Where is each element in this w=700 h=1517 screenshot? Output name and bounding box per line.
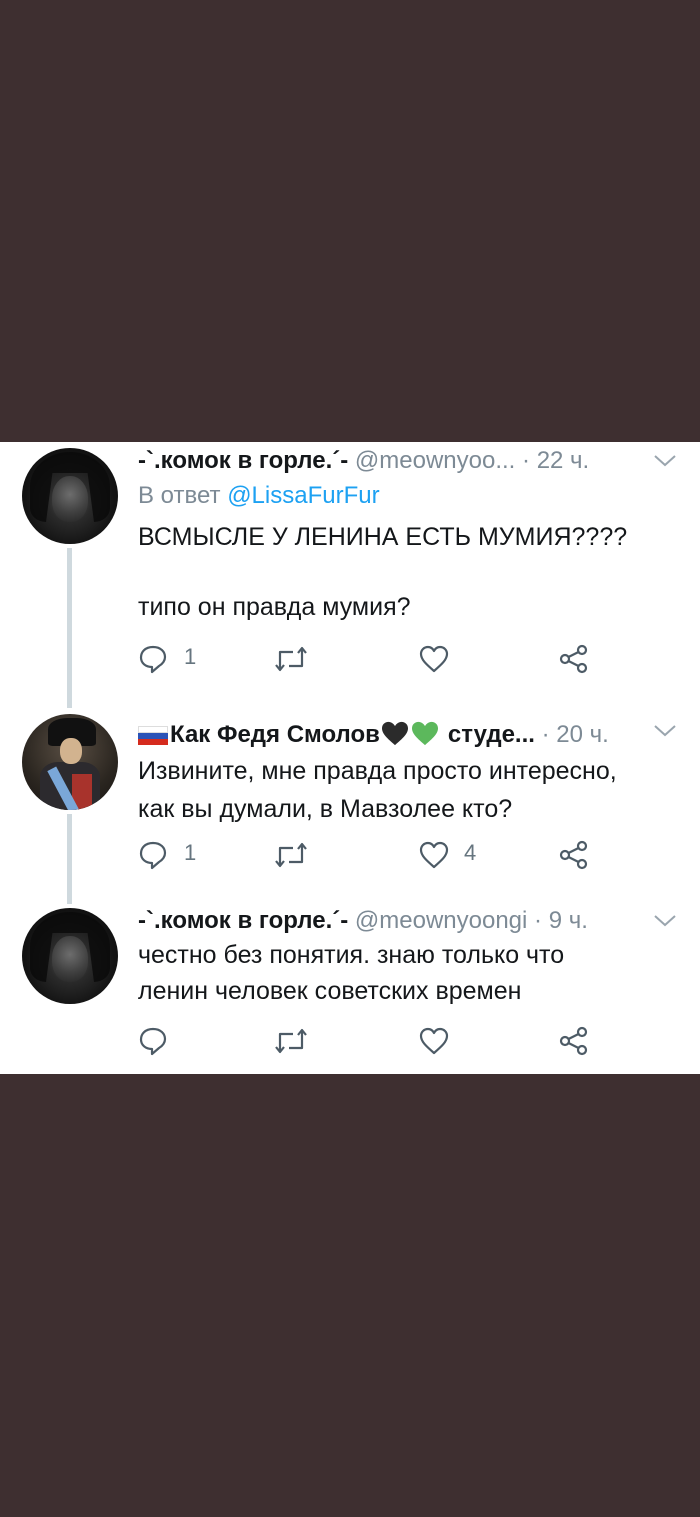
reply-icon	[139, 841, 167, 870]
flag-stripe-white	[138, 726, 168, 733]
like-icon	[419, 841, 449, 869]
timestamp[interactable]: 20 ч.	[556, 721, 609, 748]
reply-icon	[139, 1027, 167, 1056]
share-icon	[559, 840, 588, 870]
tweet-text-line: ленин человек советских времен	[138, 977, 522, 1005]
tweet-text-line: как вы думали, в Мавзолее кто?	[138, 795, 513, 823]
author-name[interactable]: -`.комок в горле.´-	[138, 907, 348, 934]
chevron-down-icon[interactable]	[652, 718, 678, 744]
reply-count: 1	[184, 644, 197, 669]
russia-flag-icon	[138, 726, 168, 745]
reply-prefix: В ответ	[138, 482, 221, 509]
retweet-icon	[275, 842, 307, 868]
tweet[interactable]: Как Федя Смолов студе... · 20 ч. Извините…	[0, 708, 700, 888]
retweet-icon	[275, 1028, 307, 1054]
like-count: 4	[464, 840, 477, 865]
reply-icon	[139, 645, 167, 674]
tweet-actions: 1	[138, 642, 618, 676]
tweet-text-line: честно без понятия. знаю только что	[138, 941, 565, 969]
tweet-text-line: ВСМЫСЛЕ У ЛЕНИНА ЕСТЬ МУМИЯ????	[138, 523, 628, 551]
avatar[interactable]	[22, 714, 118, 810]
author-handle[interactable]: @meownyoongi	[355, 907, 527, 934]
green-heart-icon	[411, 721, 438, 746]
separator-dot: ·	[541, 721, 550, 748]
tweet[interactable]: -`.комок в горле.´- @meownyoongi · 9 ч. …	[0, 902, 700, 1072]
timestamp[interactable]: 22 ч.	[537, 447, 590, 474]
author-name[interactable]: Как Федя Смолов	[170, 721, 380, 748]
author-handle[interactable]: @meownyoo...	[355, 447, 515, 474]
like-icon	[419, 1027, 449, 1055]
tweet-text-line: Извините, мне правда просто интересно,	[138, 757, 617, 785]
timestamp[interactable]: 9 ч.	[549, 907, 588, 934]
author-name[interactable]: -`.комок в горле.´-	[138, 447, 348, 474]
chevron-down-icon[interactable]	[652, 448, 678, 474]
black-heart-icon	[381, 721, 408, 746]
separator-dot: ·	[534, 907, 543, 934]
tweet[interactable]: -`.комок в горле.´- @meownyoo... · 22 ч.…	[0, 442, 700, 692]
reply-count: 1	[184, 840, 197, 865]
retweet-icon	[275, 646, 307, 672]
flag-stripe-red	[138, 739, 168, 745]
like-icon	[419, 645, 449, 673]
separator-dot: ·	[522, 447, 531, 474]
tweet-actions	[138, 1024, 618, 1058]
tweet-actions: 1 4	[138, 838, 618, 872]
reply-context: В ответ @LissaFurFur	[138, 482, 380, 510]
share-icon	[559, 644, 588, 674]
author-name-tail[interactable]: студе...	[448, 721, 535, 748]
reply-mention-link[interactable]: @LissaFurFur	[227, 482, 379, 509]
tweet-thread-card: -`.комок в горле.´- @meownyoo... · 22 ч.…	[0, 442, 700, 1074]
avatar[interactable]	[22, 908, 118, 1004]
avatar[interactable]	[22, 448, 118, 544]
tweet-text-line: типо он правда мумия?	[138, 593, 411, 621]
share-icon	[559, 1026, 588, 1056]
chevron-down-icon[interactable]	[652, 908, 678, 934]
